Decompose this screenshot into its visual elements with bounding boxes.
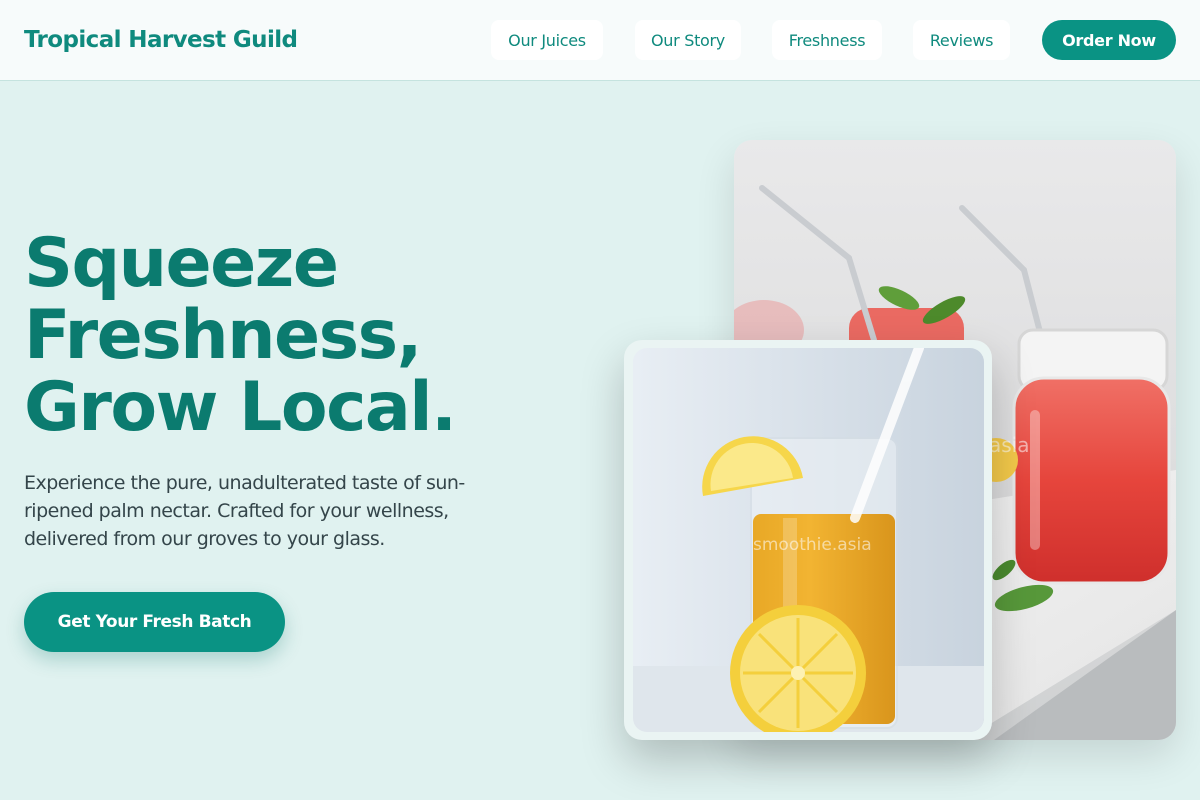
nav-our-story[interactable]: Our Story (635, 20, 741, 60)
watermark-text: smoothie.asia (753, 535, 872, 555)
brand-logo[interactable]: Tropical Harvest Guild (24, 27, 298, 53)
hero-description: Experience the pure, unadulterated taste… (24, 472, 465, 550)
nav-reviews[interactable]: Reviews (913, 20, 1010, 60)
order-now-button[interactable]: Order Now (1042, 20, 1176, 60)
nav-our-juices[interactable]: Our Juices (491, 20, 603, 60)
hero-title-line: Grow Local. (24, 368, 457, 447)
watermark-text: asia (989, 433, 1030, 457)
hero-title: Squeeze Freshness, Grow Local. (24, 228, 544, 444)
nav-freshness[interactable]: Freshness (772, 20, 882, 60)
site-header: Tropical Harvest Guild Our Juices Our St… (0, 0, 1200, 81)
hero-title-line: Squeeze (24, 224, 339, 303)
orange-juice-glass-photo: smoothie.asia (633, 348, 984, 732)
get-fresh-batch-button[interactable]: Get Your Fresh Batch (24, 592, 285, 652)
hero-title-line: Freshness, (24, 296, 422, 375)
